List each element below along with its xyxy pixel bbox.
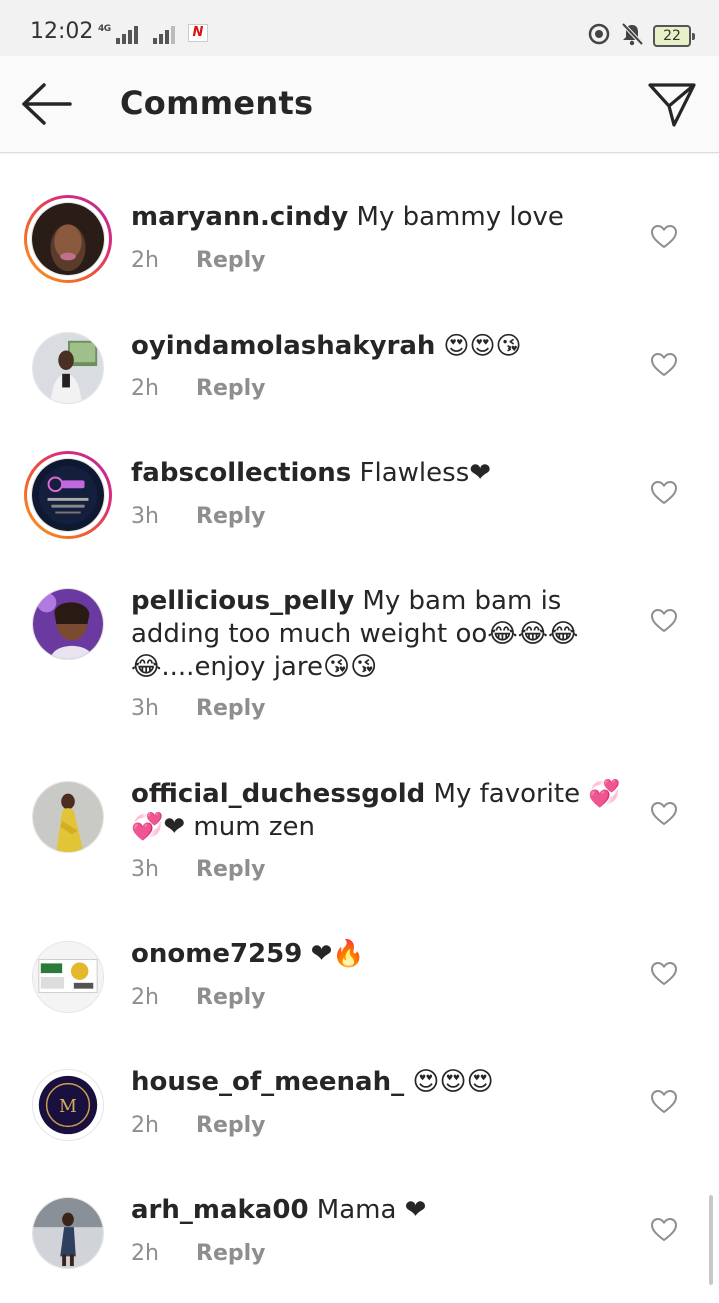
avatar — [32, 941, 104, 1013]
page-title: Comments — [120, 84, 314, 122]
comment-username[interactable]: oyindamolashakyrah — [131, 331, 435, 361]
comment-text: oyindamolashakyrah 😍😍😘 — [131, 329, 621, 363]
reply-button[interactable]: Reply — [196, 376, 266, 401]
comment-message: My bammy love — [348, 202, 564, 232]
comment-time: 3h — [131, 857, 159, 882]
battery-icon: 22 — [653, 25, 695, 47]
comment-username[interactable]: arh_maka00 — [131, 1195, 309, 1225]
comment-message: Mama ❤ — [308, 1195, 427, 1225]
comment-text: maryann.cindy My bammy love — [131, 201, 621, 234]
comment-message: 😍😍😍 — [404, 1067, 494, 1097]
comment-time: 3h — [131, 504, 159, 529]
comment-text: house_of_meenah_ 😍😍😍 — [131, 1066, 621, 1099]
avatar-story-ring[interactable] — [24, 195, 112, 283]
avatar — [31, 458, 105, 532]
reply-button[interactable]: Reply — [196, 696, 266, 721]
heart-outline-icon[interactable] — [650, 1216, 678, 1244]
avatar — [32, 588, 104, 660]
status-time: 12:02 — [30, 19, 94, 44]
avatar-wrap[interactable]: M — [32, 1069, 104, 1141]
avatar-wrap[interactable] — [32, 781, 104, 853]
comment-username[interactable]: onome7259 — [131, 939, 302, 969]
heart-outline-icon[interactable] — [650, 223, 678, 251]
avatar — [32, 1197, 104, 1269]
avatar-wrap[interactable] — [32, 1197, 104, 1269]
data-saver-icon — [587, 22, 611, 50]
bell-muted-icon — [621, 22, 644, 50]
comment-text: official_duchessgold My favorite 💞💞❤ mum… — [131, 778, 621, 844]
comment-text: fabscollections Flawless❤ — [131, 457, 621, 490]
arrow-left-icon[interactable] — [20, 82, 74, 126]
comment-meta: 2h Reply — [131, 1241, 266, 1266]
svg-text:M: M — [59, 1097, 77, 1117]
comment-username[interactable]: house_of_meenah_ — [131, 1067, 404, 1097]
signal-indicator: 4G — [92, 18, 175, 44]
comment-meta: 2h Reply — [131, 1113, 266, 1138]
comment-meta: 2h Reply — [131, 985, 266, 1010]
comment-time: 2h — [131, 248, 159, 273]
reply-button[interactable]: Reply — [196, 504, 266, 529]
comment-username[interactable]: pellicious_pelly — [131, 586, 354, 616]
comment-username[interactable]: fabscollections — [131, 458, 351, 488]
paper-plane-icon[interactable] — [647, 80, 697, 128]
comment-message: Flawless❤ — [351, 458, 492, 488]
comment-time: 2h — [131, 1241, 159, 1266]
scrollbar[interactable] — [709, 1195, 713, 1285]
reply-button[interactable]: Reply — [196, 248, 266, 273]
comment-meta: 2h Reply — [131, 248, 266, 273]
reply-button[interactable]: Reply — [196, 857, 266, 882]
comment-text: onome7259 ❤🔥 — [131, 938, 621, 971]
comment-message: ❤🔥 — [302, 939, 365, 969]
comment-time: 3h — [131, 696, 159, 721]
status-bar: 12:02 4G N 22 — [0, 0, 719, 56]
avatar: M — [32, 1069, 104, 1141]
comment-time: 2h — [131, 985, 159, 1010]
comment-meta: 2h Reply — [131, 376, 266, 401]
reply-button[interactable]: Reply — [196, 985, 266, 1010]
heart-outline-icon[interactable] — [650, 607, 678, 635]
avatar-wrap[interactable] — [32, 941, 104, 1013]
comment-meta: 3h Reply — [131, 504, 266, 529]
reply-button[interactable]: Reply — [196, 1241, 266, 1266]
avatar — [32, 332, 104, 404]
signal-bars-icon — [116, 26, 138, 44]
status-right: 22 — [587, 22, 695, 50]
avatar — [32, 781, 104, 853]
comment-meta: 3h Reply — [131, 696, 266, 721]
signal-bars-2-icon — [153, 26, 175, 44]
app-bar: Comments — [0, 56, 719, 153]
heart-outline-icon[interactable] — [650, 960, 678, 988]
app-notification-icon: N — [188, 24, 208, 42]
comment-message: 😍😍😘 — [435, 331, 522, 360]
comment-meta: 3h Reply — [131, 857, 266, 882]
reply-button[interactable]: Reply — [196, 1113, 266, 1138]
comment-time: 2h — [131, 1113, 159, 1138]
heart-outline-icon[interactable] — [650, 479, 678, 507]
comment-text: arh_maka00 Mama ❤ — [131, 1194, 621, 1227]
avatar-wrap[interactable] — [32, 332, 104, 404]
avatar — [31, 202, 105, 276]
heart-outline-icon[interactable] — [650, 800, 678, 828]
avatar-story-ring[interactable] — [24, 451, 112, 539]
comment-username[interactable]: maryann.cindy — [131, 202, 348, 232]
heart-outline-icon[interactable] — [650, 1088, 678, 1116]
comment-time: 2h — [131, 376, 159, 401]
comment-text: pellicious_pelly My bam bam is adding to… — [131, 585, 621, 684]
network-type: 4G — [98, 24, 111, 34]
comment-username[interactable]: official_duchessgold — [131, 779, 425, 809]
heart-outline-icon[interactable] — [650, 351, 678, 379]
avatar-wrap[interactable] — [32, 588, 104, 660]
